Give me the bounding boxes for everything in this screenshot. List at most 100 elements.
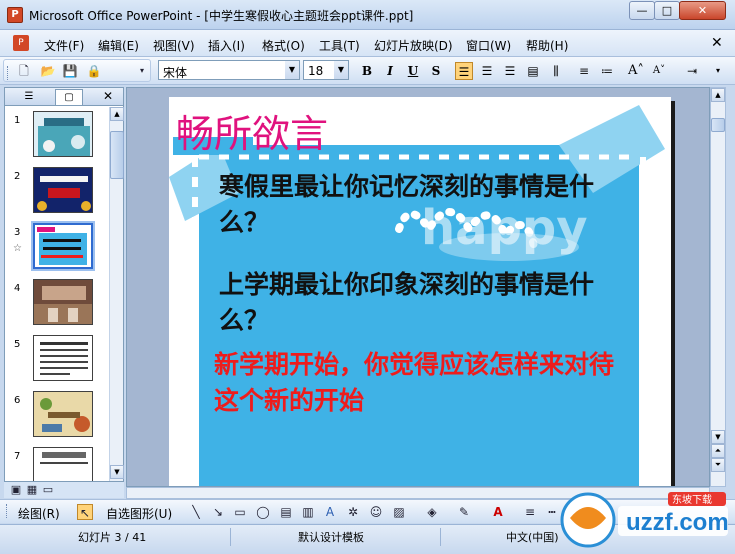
italic-button[interactable]: I: [381, 62, 399, 80]
distributed-icon[interactable]: ▤: [524, 62, 542, 80]
menu-file[interactable]: 文件(F): [44, 37, 84, 54]
slide-thumbnail[interactable]: [33, 335, 93, 381]
slide-thumbnail[interactable]: [33, 447, 93, 481]
list-item[interactable]: 1: [5, 107, 109, 163]
design-template[interactable]: 默认设计模板: [298, 529, 364, 545]
scroll-thumb[interactable]: [110, 131, 124, 179]
permission-icon[interactable]: 🔒: [86, 63, 102, 79]
menu-help[interactable]: 帮助(H): [526, 37, 568, 54]
toolbar-options-icon[interactable]: ▾: [134, 63, 150, 79]
chevron-down-icon[interactable]: ▼: [285, 61, 299, 79]
document-icon[interactable]: P: [13, 35, 29, 51]
clipart-icon[interactable]: ☺: [368, 504, 384, 520]
scroll-thumb[interactable]: [711, 118, 725, 132]
diagram-icon[interactable]: ✲: [345, 504, 361, 520]
align-right-icon[interactable]: ☰: [501, 62, 519, 80]
indent-icon[interactable]: ⇥: [683, 62, 701, 80]
fill-color-icon[interactable]: ◈: [424, 504, 440, 520]
menu-view[interactable]: 视图(V): [153, 37, 195, 54]
slide-thumbnail[interactable]: [33, 279, 93, 325]
happy-decoration-text: happy: [421, 200, 588, 256]
slide-thumbnail[interactable]: [33, 391, 93, 437]
slide-number: 3: [14, 227, 21, 238]
bold-button[interactable]: B: [358, 62, 376, 80]
toolbar-grip[interactable]: [7, 66, 10, 80]
draw-menu-button[interactable]: 绘图(R): [18, 505, 60, 522]
menu-edit[interactable]: 编辑(E): [98, 37, 139, 54]
toolbar-grip[interactable]: [6, 504, 9, 518]
toolbar-options-icon[interactable]: ▾: [709, 62, 727, 80]
new-file-icon[interactable]: 🗋: [16, 63, 32, 79]
maximize-button[interactable]: □: [654, 1, 680, 20]
list-item[interactable]: 4: [5, 275, 109, 331]
next-slide-icon[interactable]: ⏷: [711, 458, 725, 472]
scroll-down-icon[interactable]: ▼: [110, 465, 124, 479]
watermark-brand: uzzf.com: [626, 509, 729, 536]
open-folder-icon[interactable]: 📂: [40, 63, 56, 79]
vertical-textbox-icon[interactable]: ▥: [300, 504, 316, 520]
powerpoint-icon[interactable]: P: [7, 7, 23, 23]
chevron-down-icon[interactable]: ▼: [334, 61, 348, 79]
save-icon[interactable]: 💾: [62, 63, 78, 79]
wordart-icon[interactable]: A: [322, 504, 338, 520]
align-center-icon[interactable]: ☰: [478, 62, 496, 80]
font-color-icon[interactable]: A: [490, 504, 506, 520]
list-item[interactable]: 5: [5, 331, 109, 387]
underline-button[interactable]: U: [404, 62, 422, 80]
current-slide[interactable]: 畅所欲言 寒假里最让你记忆深刻的事情是什么？ 上学期最让你印象深刻的事情是什么？…: [169, 97, 671, 486]
scroll-down-icon[interactable]: ▼: [711, 430, 725, 444]
decrease-font-icon[interactable]: A˅: [650, 62, 668, 80]
picture-icon[interactable]: ▨: [391, 504, 407, 520]
question-two[interactable]: 上学期最让你印象深刻的事情是什么？: [219, 267, 619, 339]
slideshow-view-icon[interactable]: ▭: [40, 482, 56, 498]
slide-number: 7: [14, 451, 21, 462]
font-name-select[interactable]: 宋体 ▼: [158, 60, 300, 80]
slide-thumbnail[interactable]: [33, 111, 93, 157]
slide-thumbnail[interactable]: [33, 167, 93, 213]
bullets-icon[interactable]: ≔: [598, 62, 616, 80]
list-item[interactable]: 2: [5, 163, 109, 219]
textbox-icon[interactable]: ▤: [278, 504, 294, 520]
line-style-icon[interactable]: ≡: [522, 504, 538, 520]
list-item[interactable]: 3 ☆: [5, 219, 109, 275]
slide-thumbnail-selected[interactable]: [31, 221, 95, 271]
slide-title[interactable]: 畅所欲言: [176, 103, 328, 158]
tab-outline[interactable]: ☰: [15, 89, 43, 105]
oval-icon[interactable]: ◯: [255, 504, 271, 520]
line-color-icon[interactable]: ✎: [456, 504, 472, 520]
rectangle-icon[interactable]: ▭: [232, 504, 248, 520]
menu-format[interactable]: 格式(O): [262, 37, 305, 54]
close-document-icon[interactable]: ✕: [711, 35, 723, 51]
thumbnail-scrollbar[interactable]: ▲ ▼: [109, 107, 124, 481]
menu-window[interactable]: 窗口(W): [466, 37, 511, 54]
list-item[interactable]: 6: [5, 387, 109, 443]
align-left-icon[interactable]: ☰: [455, 62, 473, 80]
sorter-view-icon[interactable]: ▦: [24, 482, 40, 498]
slide-scrollbar[interactable]: ▲ ▼ ⏶ ⏷: [710, 87, 726, 487]
slide-editor[interactable]: 畅所欲言 寒假里最让你记忆深刻的事情是什么？ 上学期最让你印象深刻的事情是什么？…: [126, 87, 710, 487]
menu-insert[interactable]: 插入(I): [208, 37, 245, 54]
slide-number: 6: [14, 395, 21, 406]
previous-slide-icon[interactable]: ⏶: [711, 444, 725, 458]
scroll-up-icon[interactable]: ▲: [711, 88, 725, 102]
normal-view-icon[interactable]: ▣: [8, 482, 24, 498]
question-three[interactable]: 新学期开始，你觉得应该怎样来对待这个新的开始: [214, 347, 619, 419]
formatting-toolbar: 🗋 📂 💾 🔒 ▾ 宋体 ▼ 18 ▼ B I U S ☰ ☰ ☰ ▤ ⫼ ≡ …: [0, 57, 735, 85]
scroll-up-icon[interactable]: ▲: [110, 107, 124, 121]
select-pointer-icon[interactable]: ↖: [77, 504, 93, 520]
close-pane-icon[interactable]: ✕: [103, 89, 113, 103]
arrow-icon[interactable]: ↘: [210, 504, 226, 520]
menu-slideshow[interactable]: 幻灯片放映(D): [374, 37, 453, 54]
menu-tools[interactable]: 工具(T): [319, 37, 360, 54]
shadow-button[interactable]: S: [427, 62, 445, 80]
minimize-button[interactable]: —: [629, 1, 655, 20]
increase-font-icon[interactable]: A˄: [627, 62, 645, 80]
text-direction-icon[interactable]: ⫼: [547, 62, 565, 80]
autoshapes-menu-button[interactable]: 自选图形(U): [106, 505, 172, 522]
font-size-select[interactable]: 18 ▼: [303, 60, 349, 80]
list-item[interactable]: 7: [5, 443, 109, 481]
tab-slides[interactable]: ▢: [55, 89, 83, 105]
close-window-button[interactable]: ✕: [679, 1, 726, 20]
line-icon[interactable]: ╲: [188, 504, 204, 520]
numbering-icon[interactable]: ≡: [575, 62, 593, 80]
